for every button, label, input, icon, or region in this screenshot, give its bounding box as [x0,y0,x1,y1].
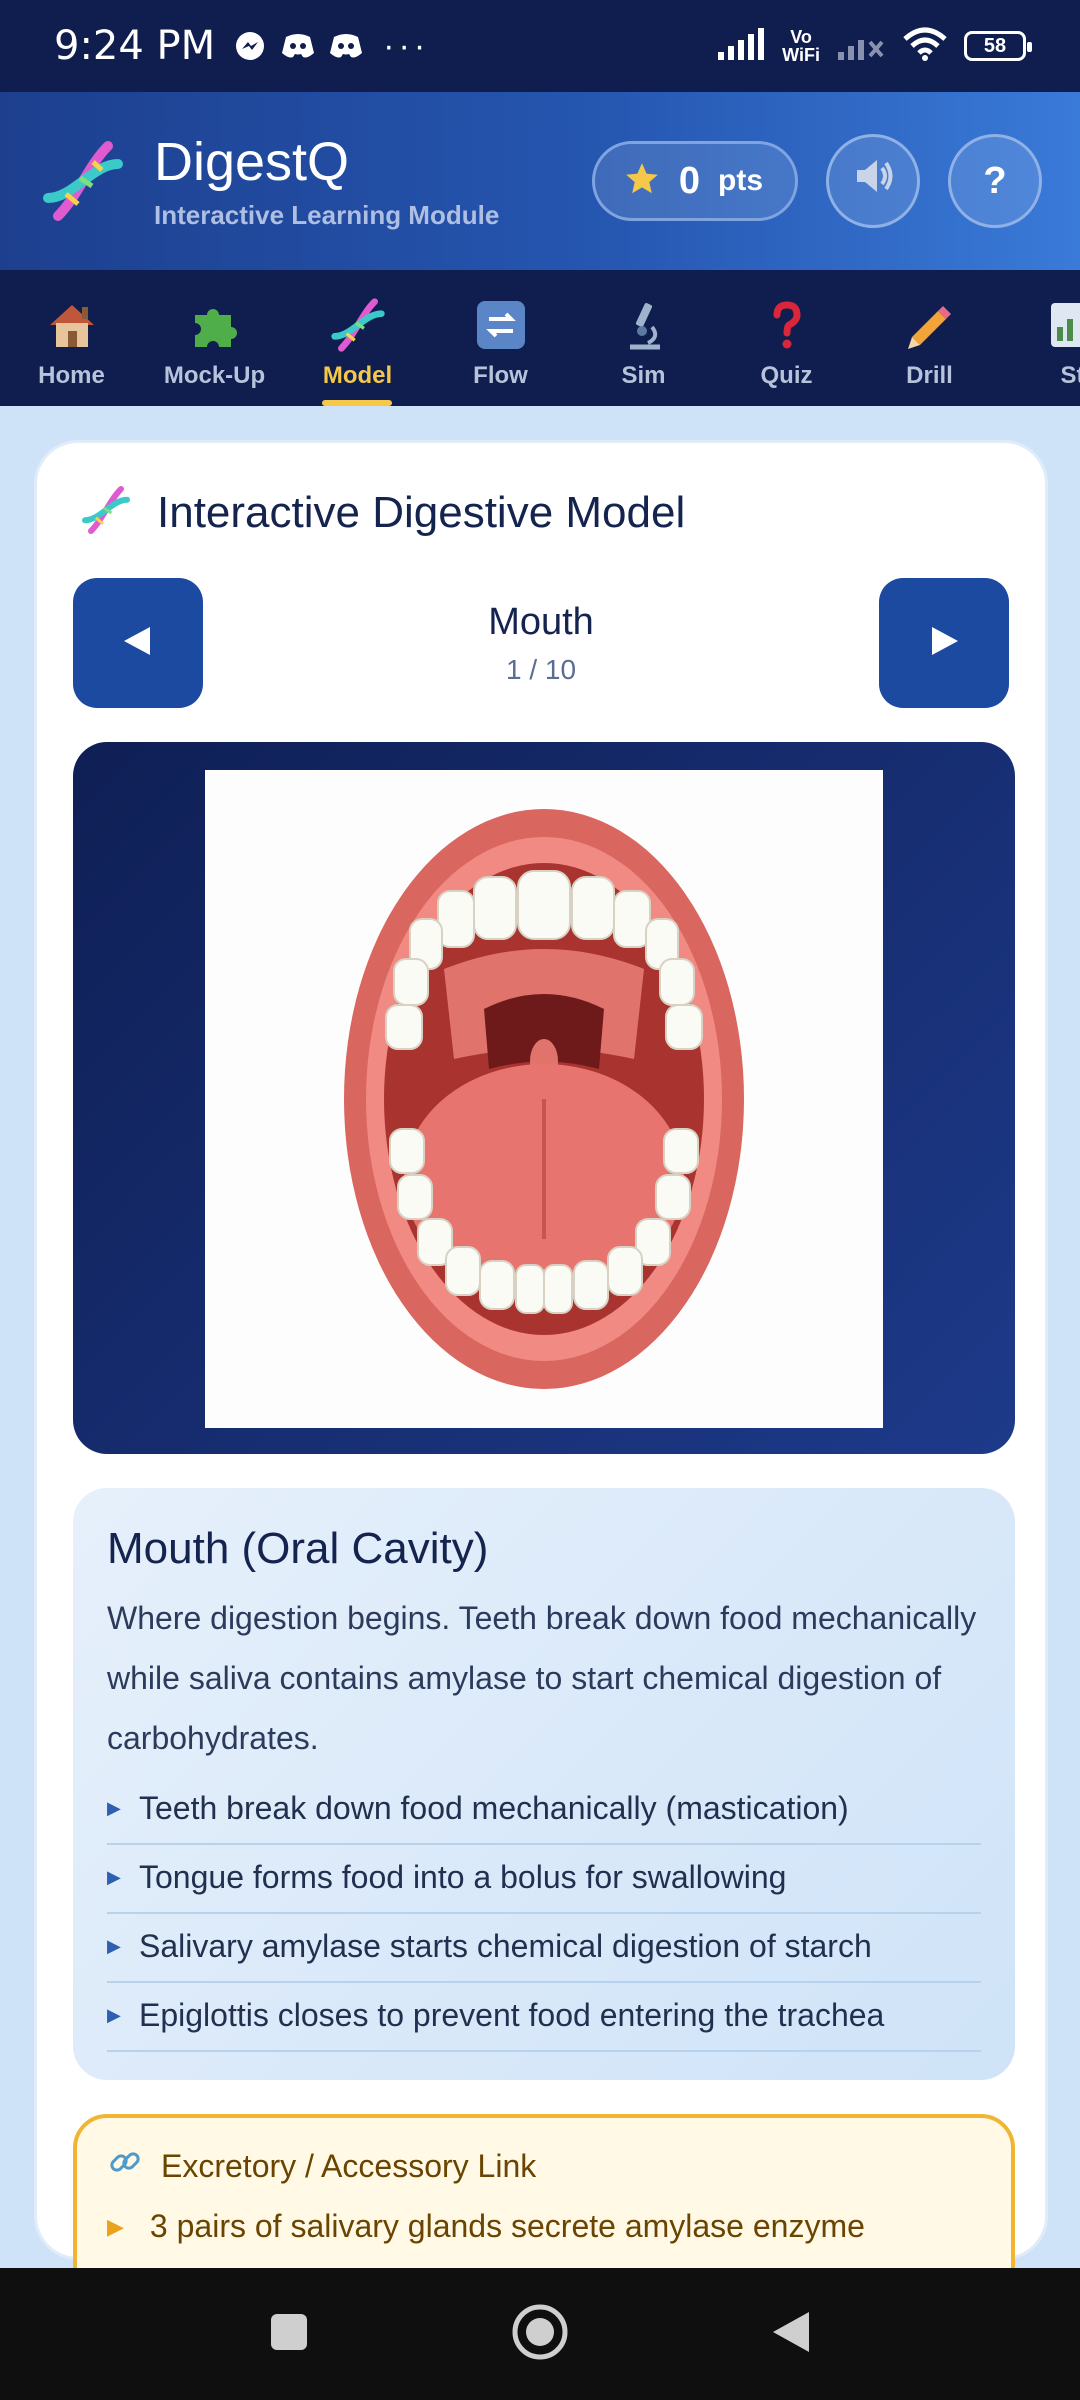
organ-description: Where digestion begins. Teeth break down… [107,1600,977,1756]
chart-icon [1045,296,1080,354]
tab-label: Mock-Up [163,362,266,389]
pencil-icon [902,296,958,354]
dna-icon [79,483,133,542]
messenger-icon [233,29,267,63]
status-bar: 9:24 PM ··· Vo WiFi 58 [0,0,1080,92]
sound-button[interactable] [826,134,920,228]
organ-name: Mouth [488,600,594,643]
bullet-icon: ▶ [107,1867,121,1887]
organ-info-title: Mouth (Oral Cavity) [107,1524,489,1573]
organ-info-panel: Mouth (Oral Cavity) Where digestion begi… [73,1488,1015,2080]
battery-icon: 58 [964,31,1032,61]
tab-label: Home [38,362,105,389]
next-button[interactable] [879,578,1009,708]
question-icon [759,296,815,354]
organ-pager: Mouth 1 / 10 [73,578,1009,708]
tab-label: Quiz [760,362,813,389]
list-item: ▶ Salivary amylase starts chemical digest… [107,1914,981,1983]
tab-home[interactable]: Home [0,270,143,406]
puzzle-icon [187,296,243,354]
star-icon [623,160,661,203]
app-header: DigestQ Interactive Learning Module 0 pt… [0,92,1080,270]
signal-icon [716,27,766,65]
wifi-icon [902,27,948,66]
arrow-right-icon: ▶ [107,2213,124,2239]
tab-mock-up[interactable]: Mock-Up [143,270,286,406]
triangle-left-icon [118,621,158,666]
bullet-icon: ▶ [107,1936,121,1956]
clock: 9:24 PM [54,23,216,69]
dna-logo-icon [38,136,128,226]
tab-label: Flow [473,362,528,389]
fact-list: ▶ Teeth break down food mechanically (mas… [107,1776,981,2052]
organ-image-frame [73,742,1015,1454]
link-icon [107,2144,143,2188]
help-button[interactable]: ? [948,134,1042,228]
tab-quiz[interactable]: Quiz [715,270,858,406]
cycle-icon [473,296,529,354]
points-badge[interactable]: 0 pts [591,141,798,221]
dna-icon [328,296,388,354]
system-nav-bar [0,2268,1080,2400]
link-title: Excretory / Accessory Link [161,2147,537,2184]
mouth-illustration [205,770,883,1428]
list-item: ▶ Tongue forms food into a bolus for swal… [107,1845,981,1914]
bullet-icon: ▶ [107,1798,121,1818]
tab-label: Drill [906,362,953,389]
organ-counter: 1 / 10 [505,653,577,685]
tab-flow[interactable]: Flow [429,270,572,406]
microscope-icon [616,296,672,354]
house-icon [44,296,100,354]
list-item: ▶ Epiglottis closes to prevent food enter… [107,1983,981,2052]
points-value: 0 [678,159,700,202]
discord-icon [281,29,315,63]
bullet-icon: ▶ [107,2005,121,2025]
home-button[interactable] [511,2303,569,2366]
back-button[interactable] [769,2308,813,2361]
previous-button[interactable] [73,578,203,708]
tab-label: Model [322,362,393,389]
tab-label: Sim [621,362,666,389]
tab-stats[interactable]: St [1001,270,1080,406]
card-title: Interactive Digestive Model [157,487,686,537]
triangle-right-icon [924,621,964,666]
list-item: ▶ Teeth break down food mechanically (mas… [107,1776,981,1845]
speaker-icon [849,152,897,210]
tab-sim[interactable]: Sim [572,270,715,406]
vowifi-icon: Vo WiFi [782,27,820,65]
points-label: pts [718,164,763,197]
recents-button[interactable] [267,2310,311,2359]
tab-model[interactable]: Model [286,270,429,406]
app-title: DigestQ [154,131,350,192]
more-notifications-icon: ··· [383,26,430,65]
list-item: ▶ 3 pairs of salivary glands secrete amy… [107,2208,865,2244]
model-card: Interactive Digestive Model Mouth 1 / 10 [34,440,1048,2314]
tab-drill[interactable]: Drill [858,270,1001,406]
tab-label: St [1060,362,1080,389]
tab-bar: Home Mock-Up Model Flow Sim Quiz Drill S [0,270,1080,406]
app-subtitle: Interactive Learning Module [154,199,500,230]
signal-off-icon [836,28,886,65]
discord-icon [329,29,363,63]
